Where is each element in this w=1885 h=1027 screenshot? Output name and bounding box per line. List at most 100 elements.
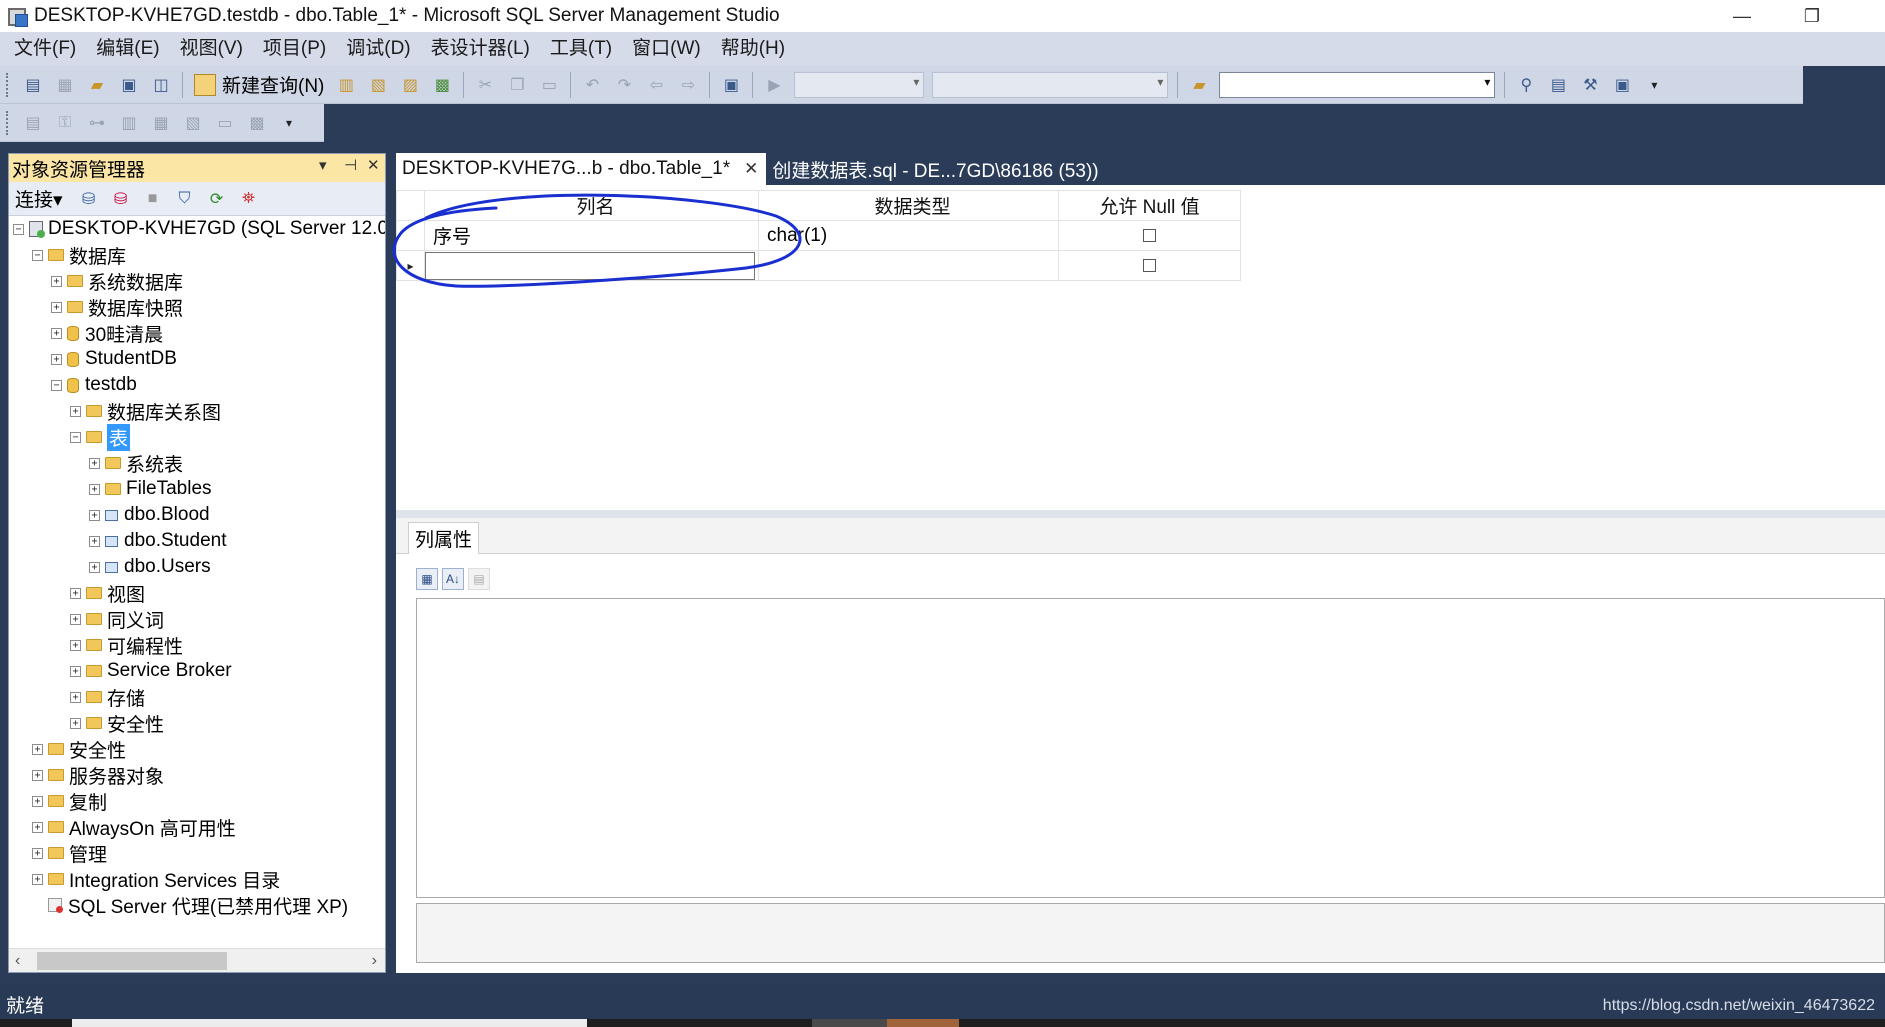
tree-node[interactable]: + dbo.Users bbox=[89, 554, 211, 580]
allow-null-header[interactable]: 允许 Null 值 bbox=[1058, 190, 1241, 221]
generate-change-script-icon[interactable]: ▤ bbox=[19, 109, 47, 137]
tree-node[interactable]: + AlwaysOn 高可用性 bbox=[32, 814, 236, 840]
menu-debug[interactable]: 调试(D) bbox=[336, 32, 420, 66]
menu-help[interactable]: 帮助(H) bbox=[711, 32, 795, 66]
tree-node[interactable]: + Service Broker bbox=[70, 658, 232, 684]
column-name-cell[interactable]: 序号 bbox=[424, 220, 759, 251]
close-tab-icon[interactable]: ✕ bbox=[744, 159, 758, 179]
paste-icon[interactable]: ▭ bbox=[535, 71, 563, 99]
solution-config-combo[interactable] bbox=[794, 71, 925, 98]
filter-icon[interactable]: ⛉ bbox=[173, 187, 197, 211]
expand-toggle-icon[interactable]: + bbox=[70, 665, 81, 677]
tree-node[interactable]: + 管理 bbox=[32, 840, 107, 866]
tree-node[interactable]: + StudentDB bbox=[51, 346, 177, 372]
expand-toggle-icon[interactable]: + bbox=[89, 457, 100, 469]
relationships-icon[interactable]: ⊶ bbox=[83, 109, 111, 137]
start-debug-icon[interactable]: ▶ bbox=[760, 71, 788, 99]
registered-servers-icon[interactable]: ⚲ bbox=[1512, 71, 1540, 99]
toolbox-icon[interactable]: ▣ bbox=[1608, 71, 1636, 99]
toolbar-overflow-icon[interactable]: ▾ bbox=[1640, 71, 1668, 99]
undo-icon[interactable]: ↶ bbox=[578, 71, 606, 99]
panel-menu-dropdown-icon[interactable]: ▾ bbox=[319, 156, 327, 174]
cut-icon[interactable]: ✂ bbox=[471, 71, 499, 99]
expand-toggle-icon[interactable]: + bbox=[32, 821, 43, 833]
expand-toggle-icon[interactable]: − bbox=[32, 249, 43, 261]
taskbar-item[interactable] bbox=[887, 1019, 959, 1027]
navigate-back-icon[interactable]: ⇦ bbox=[642, 71, 670, 99]
expand-toggle-icon[interactable]: + bbox=[70, 405, 81, 417]
expand-toggle-icon[interactable]: + bbox=[51, 327, 62, 339]
table-row[interactable]: ▸ bbox=[396, 250, 1241, 281]
connect-server-icon[interactable]: ⛁ bbox=[77, 187, 101, 211]
allow-null-checkbox[interactable] bbox=[1143, 258, 1156, 272]
activity-monitor-icon[interactable]: ▣ bbox=[717, 71, 745, 99]
minimize-button[interactable]: — bbox=[1712, 0, 1772, 32]
expand-toggle-icon[interactable]: − bbox=[51, 379, 62, 391]
dmx-query-icon[interactable]: ▨ bbox=[396, 71, 424, 99]
tree-node[interactable]: + 数据库关系图 bbox=[70, 398, 221, 424]
properties-window-icon[interactable]: ⚒ bbox=[1576, 71, 1604, 99]
expand-toggle-icon[interactable]: + bbox=[51, 353, 62, 365]
tree-node[interactable]: SQL Server 代理(已禁用代理 XP) bbox=[32, 892, 348, 918]
scroll-right-icon[interactable]: › bbox=[372, 949, 377, 973]
xmla-query-icon[interactable]: ▩ bbox=[428, 71, 456, 99]
restore-button[interactable]: ❐ bbox=[1782, 0, 1842, 32]
disconnect-icon[interactable]: ⛁ bbox=[109, 187, 133, 211]
tree-node[interactable]: +30畦清晨 bbox=[51, 320, 163, 346]
allow-null-cell[interactable] bbox=[1058, 250, 1241, 281]
expand-toggle-icon[interactable]: + bbox=[89, 483, 100, 495]
manage-check-constraints-icon[interactable]: ▭ bbox=[211, 109, 239, 137]
expand-toggle-icon[interactable]: + bbox=[89, 535, 100, 547]
find-in-files-icon[interactable]: ▰ bbox=[1185, 71, 1213, 99]
menu-tools[interactable]: 工具(T) bbox=[540, 32, 622, 66]
menu-table-designer[interactable]: 表设计器(L) bbox=[421, 32, 540, 66]
menu-window[interactable]: 窗口(W) bbox=[622, 32, 711, 66]
save-icon[interactable]: ▣ bbox=[115, 71, 143, 99]
taskbar-item[interactable] bbox=[72, 1019, 587, 1027]
redo-icon[interactable]: ↷ bbox=[610, 71, 638, 99]
categorized-icon[interactable]: ▦ bbox=[416, 568, 438, 590]
stop-icon[interactable]: ■ bbox=[141, 187, 165, 211]
database-engine-query-icon[interactable]: ▥ bbox=[332, 71, 360, 99]
toolbar-grip[interactable] bbox=[6, 110, 11, 135]
manage-indexes-icon[interactable]: ▥ bbox=[115, 109, 143, 137]
tree-node[interactable]: − 数据库 bbox=[32, 242, 126, 268]
expand-toggle-icon[interactable]: + bbox=[70, 587, 81, 599]
solution-platform-combo[interactable] bbox=[932, 71, 1169, 98]
expand-toggle-icon[interactable]: + bbox=[32, 795, 43, 807]
expand-toggle-icon[interactable]: + bbox=[70, 691, 81, 703]
menu-edit[interactable]: 编辑(E) bbox=[86, 32, 169, 66]
tree-node[interactable]: + 安全性 bbox=[70, 710, 164, 736]
tree-node[interactable]: + FileTables bbox=[89, 476, 212, 502]
tree-node[interactable]: − 表 bbox=[70, 423, 131, 451]
expand-toggle-icon[interactable]: + bbox=[32, 873, 43, 885]
expand-toggle-icon[interactable]: + bbox=[32, 847, 43, 859]
activity-icon[interactable]: ⛯ bbox=[237, 187, 261, 211]
expand-toggle-icon[interactable]: + bbox=[70, 613, 81, 625]
allow-null-checkbox[interactable] bbox=[1143, 228, 1156, 242]
new-project-icon[interactable]: ▤ bbox=[19, 71, 47, 99]
tree-node[interactable]: + 可编程性 bbox=[70, 632, 183, 658]
menu-file[interactable]: 文件(F) bbox=[4, 32, 86, 66]
add-item-icon[interactable]: ▦ bbox=[51, 71, 79, 99]
tree-node[interactable]: + 服务器对象 bbox=[32, 762, 164, 788]
tree-node[interactable]: + 系统表 bbox=[89, 450, 183, 476]
refresh-icon[interactable]: ⟳ bbox=[205, 187, 229, 211]
expand-toggle-icon[interactable]: + bbox=[51, 301, 62, 313]
expand-toggle-icon[interactable]: + bbox=[89, 561, 100, 573]
scrollbar-thumb[interactable] bbox=[37, 952, 227, 970]
template-explorer-icon[interactable]: ▤ bbox=[1544, 71, 1572, 99]
toolbar-grip[interactable] bbox=[6, 72, 11, 97]
table-row[interactable]: 序号 char(1) bbox=[396, 220, 1241, 251]
connect-button[interactable]: 连接▾ bbox=[15, 185, 63, 212]
expand-toggle-icon[interactable]: − bbox=[70, 431, 81, 443]
expand-toggle-icon[interactable]: − bbox=[13, 223, 24, 235]
tree-node[interactable]: + 复制 bbox=[32, 788, 107, 814]
pin-icon[interactable]: ⊣ bbox=[344, 156, 357, 174]
expand-toggle-icon[interactable]: + bbox=[70, 639, 81, 651]
manage-xml-indexes-icon[interactable]: ▧ bbox=[179, 109, 207, 137]
save-all-icon[interactable]: ◫ bbox=[147, 71, 175, 99]
data-type-header[interactable]: 数据类型 bbox=[758, 190, 1059, 221]
tree-node[interactable]: + 存储 bbox=[70, 684, 145, 710]
menu-view[interactable]: 视图(V) bbox=[170, 32, 253, 66]
